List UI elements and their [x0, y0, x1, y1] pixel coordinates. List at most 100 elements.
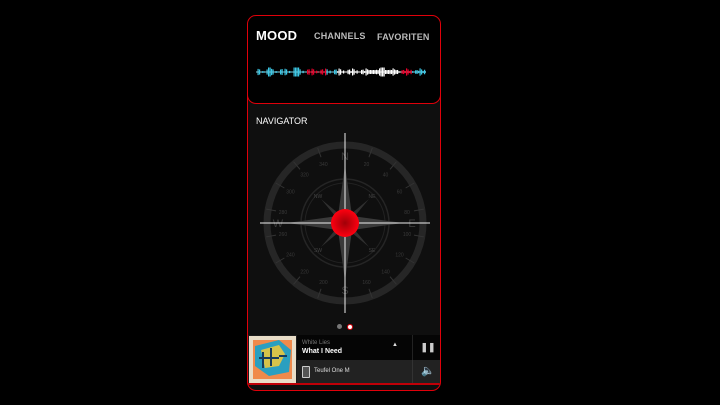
wave-bar: [338, 68, 340, 76]
wave-bar: [374, 69, 376, 75]
wave-bar: [299, 69, 301, 75]
wave-bar: [317, 71, 319, 73]
wave-bar: [323, 71, 325, 73]
wave-bar: [394, 69, 396, 75]
track-artist: White Lies: [302, 340, 331, 346]
pager-dot-active[interactable]: [347, 324, 353, 330]
app-panel: MOOD CHANNELS FAVORITEN NAVIGATOR 20 40 60…: [247, 15, 441, 391]
degree-label: 20: [364, 162, 370, 168]
wave-bar: [425, 71, 426, 73]
wave-bar: [343, 70, 345, 74]
degree-label: 340: [319, 162, 328, 168]
wave-bar: [379, 68, 381, 76]
degree-label: 240: [286, 253, 295, 259]
wave-bar: [353, 69, 355, 75]
wave-bar: [409, 70, 411, 74]
wave-bar: [326, 69, 328, 75]
wave-bar: [419, 68, 421, 76]
wave-bar: [287, 71, 289, 73]
track-info[interactable]: White Lies What I Need ▲: [297, 335, 412, 360]
wave-bar: [347, 69, 349, 75]
wave-bar: [371, 70, 373, 74]
wave-bar: [310, 71, 312, 73]
mood-header: MOOD CHANNELS FAVORITEN: [248, 16, 440, 104]
wave-bar: [320, 69, 322, 75]
album-art[interactable]: [249, 336, 296, 383]
wave-bar: [274, 71, 276, 73]
wave-bar: [268, 67, 270, 77]
wave-bar: [344, 71, 346, 73]
wave-bar: [416, 70, 418, 74]
tab-channels[interactable]: CHANNELS: [314, 31, 366, 41]
tab-favorites[interactable]: FAVORITEN: [377, 32, 430, 42]
wave-bar: [329, 70, 331, 74]
expand-icon[interactable]: ▲: [392, 342, 398, 348]
wave-bar: [365, 68, 367, 76]
wave-bar: [412, 71, 414, 73]
wave-bar: [257, 68, 259, 76]
wave-bar: [364, 71, 366, 73]
wave-bar: [388, 70, 390, 74]
wave-bar: [368, 70, 370, 74]
wave-bar: [383, 67, 385, 77]
wave-bar: [389, 69, 391, 75]
wave-bar: [298, 67, 300, 77]
wave-bar: [361, 69, 363, 75]
degree-label: 200: [319, 280, 328, 286]
wave-bar: [295, 67, 297, 77]
wave-bar: [314, 71, 316, 73]
wave-bar: [284, 68, 286, 76]
pager-dot[interactable]: [337, 324, 342, 329]
pause-button[interactable]: ❚❚: [412, 335, 440, 360]
mood-selector-handle: [331, 209, 359, 237]
wave-bar: [340, 69, 342, 75]
wave-bar: [415, 70, 417, 74]
wave-bar: [359, 71, 361, 73]
degree-label: 160: [362, 280, 371, 286]
wave-bar: [403, 69, 405, 75]
wave-bar: [358, 71, 360, 73]
wave-bar: [293, 67, 295, 77]
degree-label: 100: [403, 232, 412, 238]
degree-label: 140: [381, 269, 390, 275]
wave-bar: [367, 69, 369, 75]
wave-bar: [400, 71, 402, 73]
wave-bar: [350, 71, 352, 73]
wave-bar: [278, 71, 280, 73]
wave-bar: [322, 69, 324, 75]
wave-bar: [401, 70, 403, 74]
degree-label: 300: [286, 190, 295, 196]
volume-button[interactable]: 🔈: [412, 360, 440, 383]
wave-bar: [355, 71, 357, 73]
mood-waveform[interactable]: [256, 62, 426, 82]
wave-bar: [301, 71, 303, 73]
wave-bar: [422, 70, 424, 74]
compass-navigator[interactable]: 20 40 60 80 100 120 140 160 200 220 240 260 280 300 32…: [248, 128, 441, 318]
wave-bar: [392, 68, 394, 76]
wave-bar: [385, 70, 387, 74]
wave-bar: [349, 69, 351, 75]
wave-bar: [263, 71, 265, 73]
wave-bar: [283, 71, 285, 73]
intercardinal-label: NW: [314, 194, 323, 200]
degree-label: 220: [300, 269, 309, 275]
wave-bar: [341, 71, 343, 73]
wave-bar: [281, 69, 283, 75]
wave-bar: [332, 71, 334, 73]
wave-bar: [370, 70, 372, 74]
wave-bar: [265, 71, 267, 73]
device-selector[interactable]: Teufel One M: [297, 360, 412, 383]
wave-bar: [289, 70, 291, 74]
wave-bar: [382, 67, 384, 77]
wave-bar: [391, 70, 393, 74]
degree-label: 260: [279, 232, 288, 238]
wave-bar: [413, 71, 415, 73]
degree-label: 40: [383, 173, 389, 179]
tab-mood[interactable]: MOOD: [256, 28, 297, 43]
wave-bar: [377, 70, 379, 74]
wave-bar: [424, 69, 426, 75]
wave-bar: [398, 71, 400, 73]
track-title: What I Need: [302, 348, 343, 355]
degree-label: 60: [397, 190, 403, 196]
wave-bar: [397, 69, 399, 75]
